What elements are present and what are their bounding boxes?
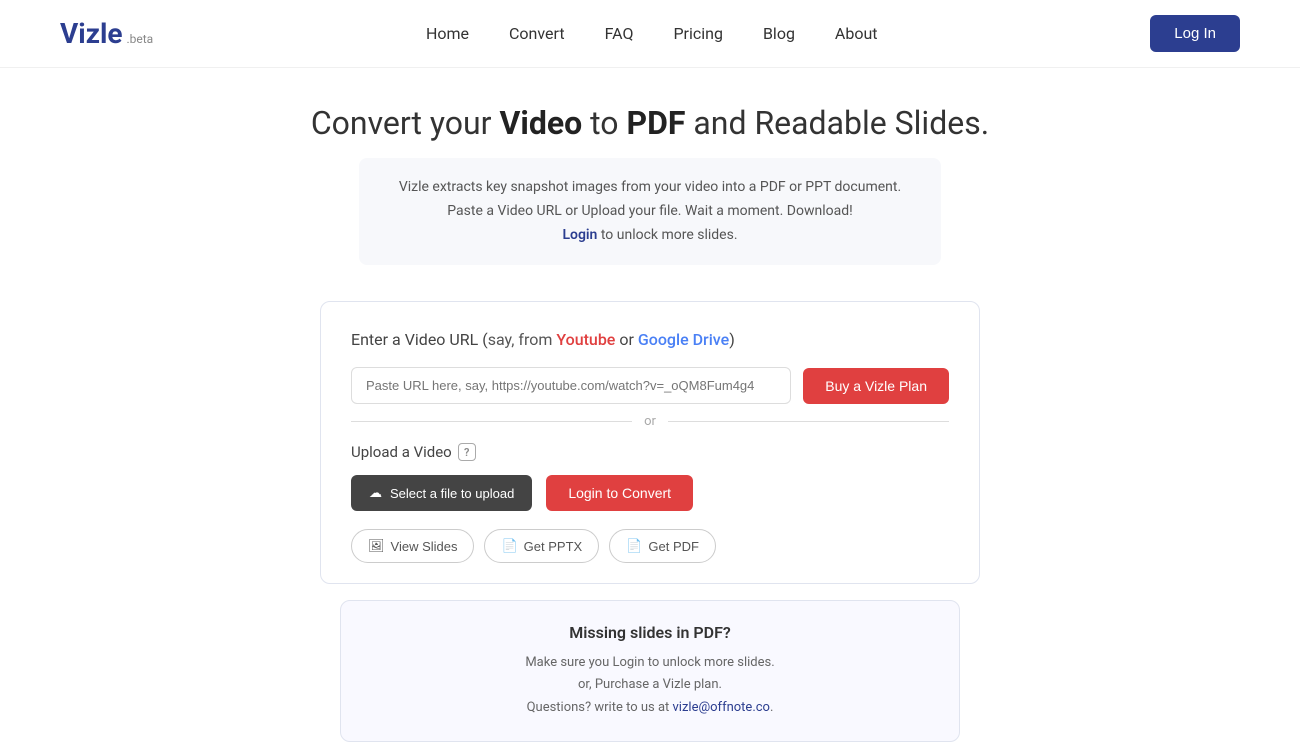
hero-title-to: to [582, 104, 626, 142]
divider-line-right [668, 421, 949, 422]
card-title-or: or [615, 330, 637, 349]
missing-slides-body: Make sure you Login to unlock more slide… [381, 652, 919, 718]
get-pptx-button[interactable]: 📄 Get PPTX [484, 529, 599, 563]
nav-about[interactable]: About [835, 24, 878, 43]
main-nav: Home Convert FAQ Pricing Blog About [426, 24, 878, 43]
missing-slides-email[interactable]: vizle@offnote.co [673, 700, 770, 715]
logo-area: Vizle .beta [60, 17, 153, 50]
hero-desc-line2: Paste a Video URL or Upload your file. W… [447, 203, 852, 219]
url-input[interactable] [351, 367, 791, 404]
pptx-icon: 📄 [501, 538, 517, 554]
missing-slides-card: Missing slides in PDF? Make sure you Log… [340, 600, 960, 741]
missing-slides-line1: Make sure you Login to unlock more slide… [525, 655, 774, 670]
nav-home[interactable]: Home [426, 24, 469, 43]
hero-title: Convert your Video to PDF and Readable S… [20, 104, 1280, 142]
hero-login-link[interactable]: Login [562, 227, 597, 243]
logo-text: Vizle [60, 17, 122, 50]
get-pdf-label: Get PDF [648, 539, 699, 554]
upload-icon: ☁ [369, 485, 382, 501]
upload-section-title: Upload a Video ? [351, 443, 949, 461]
view-slides-label: View Slides [391, 539, 458, 554]
missing-slides-line3-pre: Questions? write to us at [527, 700, 673, 715]
divider-or: or [644, 414, 656, 429]
card-title: Enter a Video URL (say, from Youtube or … [351, 330, 949, 349]
hero-desc-line3-post: to unlock more slides. [597, 227, 737, 243]
missing-slides-line3-post: . [770, 700, 773, 715]
card-title-close: ) [729, 330, 735, 349]
logo-beta: .beta [126, 32, 153, 46]
get-pptx-label: Get PPTX [524, 539, 583, 554]
hero-title-end: and Readable Slides. [685, 104, 989, 142]
card-title-pre: Enter a Video URL (say, from [351, 330, 556, 349]
gdrive-link[interactable]: Google Drive [638, 330, 729, 349]
divider-line-left [351, 421, 632, 422]
upload-title-text: Upload a Video [351, 443, 452, 461]
nav-pricing[interactable]: Pricing [673, 24, 723, 43]
slides-icon: 🖼 [368, 538, 385, 554]
nav-blog[interactable]: Blog [763, 24, 795, 43]
hero-title-video: Video [499, 104, 582, 142]
action-row: ☁ Select a file to upload Login to Conve… [351, 475, 949, 511]
header: Vizle .beta Home Convert FAQ Pricing Blo… [0, 0, 1300, 68]
hero-desc-line1: Vizle extracts key snapshot images from … [399, 179, 901, 195]
hero-section: Convert your Video to PDF and Readable S… [0, 68, 1300, 285]
youtube-link[interactable]: Youtube [556, 330, 615, 349]
missing-slides-title: Missing slides in PDF? [381, 623, 919, 642]
missing-slides-line2: or, Purchase a Vizle plan. [578, 677, 722, 692]
divider-row: or [351, 414, 949, 429]
select-file-button[interactable]: ☁ Select a file to upload [351, 475, 532, 511]
buy-plan-button[interactable]: Buy a Vizle Plan [803, 368, 949, 404]
nav-convert[interactable]: Convert [509, 24, 565, 43]
hero-description: Vizle extracts key snapshot images from … [359, 158, 941, 265]
nav-faq[interactable]: FAQ [605, 24, 634, 43]
view-slides-button[interactable]: 🖼 View Slides [351, 529, 474, 563]
pdf-icon: 📄 [626, 538, 642, 554]
bottom-actions: 🖼 View Slides 📄 Get PPTX 📄 Get PDF [351, 529, 949, 563]
hero-title-pdf: PDF [626, 104, 685, 142]
main-card: Enter a Video URL (say, from Youtube or … [320, 301, 980, 584]
help-icon: ? [458, 443, 476, 461]
url-row: Buy a Vizle Plan [351, 367, 949, 404]
login-button[interactable]: Log In [1150, 15, 1240, 52]
hero-title-plain: Convert your [311, 104, 500, 142]
select-file-label: Select a file to upload [390, 486, 514, 501]
get-pdf-button[interactable]: 📄 Get PDF [609, 529, 716, 563]
login-convert-button[interactable]: Login to Convert [546, 475, 693, 511]
